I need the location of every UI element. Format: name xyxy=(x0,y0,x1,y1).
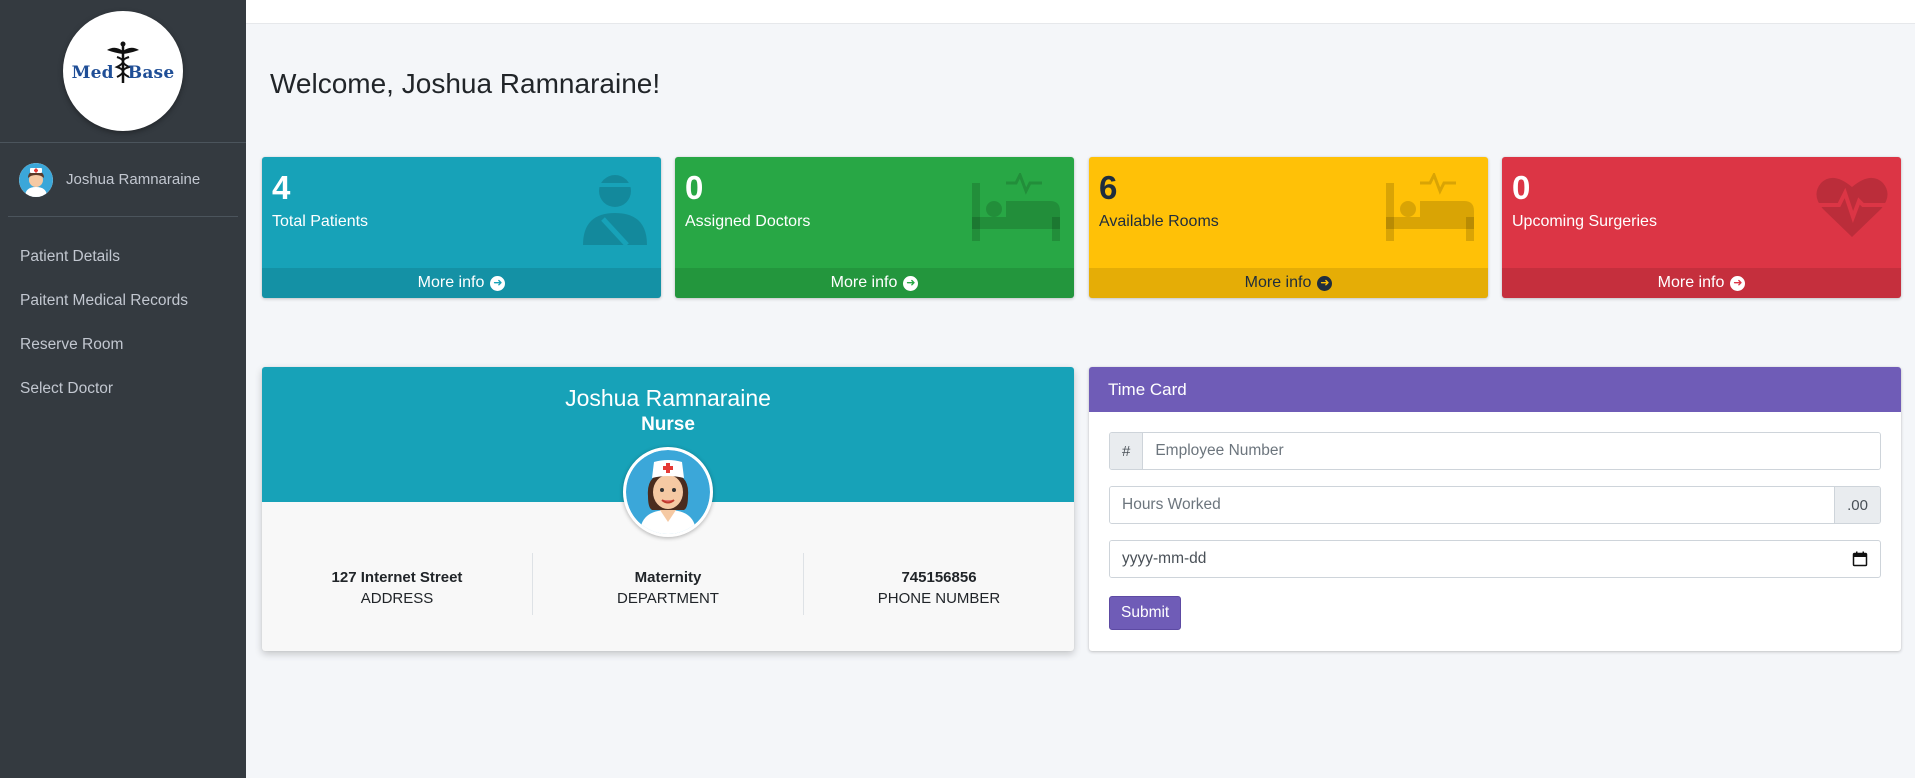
more-info-link[interactable]: More info ➜ xyxy=(675,268,1074,298)
address-label: ADDRESS xyxy=(360,590,434,607)
profile-role: Nurse xyxy=(641,414,695,435)
brand-name: Med Base xyxy=(72,63,175,83)
brand-word-2: Base xyxy=(127,63,175,83)
profile-avatar xyxy=(623,447,713,537)
arrow-circle-right-icon: ➜ xyxy=(903,275,919,291)
time-card-form: # Employee Number Hours Worked .00 yyyy-… xyxy=(1089,412,1901,650)
time-card-title: Time Card xyxy=(1089,367,1901,412)
more-info-label: More info xyxy=(1244,274,1312,291)
brand-word-1: Med xyxy=(71,63,114,83)
stat-card-assigned-doctors: 0 Assigned Doctors More info ➜ xyxy=(675,157,1074,298)
sidebar-item-patient-details[interactable]: Patient Details xyxy=(0,235,246,279)
hospital-bed-icon xyxy=(972,173,1060,241)
avatar xyxy=(19,162,53,197)
date-input[interactable]: yyyy-mm-dd xyxy=(1110,541,1852,577)
profile-stats: 127 Internet Street ADDRESS Maternity DE… xyxy=(262,553,1074,615)
sidebar-nav: Patient Details Paitent Medical Records … xyxy=(0,217,246,411)
sidebar-item-select-doctor[interactable]: Select Doctor xyxy=(0,367,246,411)
arrow-circle-right-icon: ➜ xyxy=(1317,275,1333,291)
injured-person-icon xyxy=(583,175,647,245)
phone-stat: 745156856 PHONE NUMBER xyxy=(803,553,1074,615)
nurse-avatar-icon xyxy=(626,450,710,534)
department-stat: Maternity DEPARTMENT xyxy=(532,553,803,615)
hours-worked-input[interactable]: Hours Worked xyxy=(1110,487,1835,523)
phone-value: 745156856 xyxy=(901,569,977,586)
department-value: Maternity xyxy=(634,569,702,586)
heartbeat-icon xyxy=(1816,177,1888,237)
date-group: yyyy-mm-dd xyxy=(1109,540,1881,578)
arrow-circle-right-icon: ➜ xyxy=(490,275,506,291)
medbase-logo[interactable]: Med Base xyxy=(63,11,183,131)
arrow-circle-right-icon: ➜ xyxy=(1730,275,1746,291)
hash-addon: # xyxy=(1110,433,1144,469)
user-panel[interactable]: Joshua Ramnaraine xyxy=(8,143,238,217)
nurse-avatar-icon xyxy=(19,162,53,197)
user-name: Joshua Ramnaraine xyxy=(66,171,201,188)
brand: Med Base xyxy=(0,0,246,143)
stat-card-total-patients: 4 Total Patients More info ➜ xyxy=(262,157,661,298)
page-title: Welcome, Joshua Ramnaraine! xyxy=(270,68,661,99)
profile-name: Joshua Ramnaraine xyxy=(565,385,771,411)
calendar-icon[interactable] xyxy=(1852,541,1868,577)
more-info-label: More info xyxy=(417,274,485,291)
phone-label: PHONE NUMBER xyxy=(877,590,1001,607)
more-info-label: More info xyxy=(1657,274,1725,291)
employee-number-group: # Employee Number xyxy=(1109,432,1881,470)
address-value: 127 Internet Street xyxy=(331,569,463,586)
more-info-label: More info xyxy=(830,274,898,291)
sidebar-item-medical-records[interactable]: Paitent Medical Records xyxy=(0,279,246,323)
more-info-link[interactable]: More info ➜ xyxy=(1502,268,1901,298)
time-card: Time Card # Employee Number Hours Worked… xyxy=(1089,367,1901,651)
sidebar-item-reserve-room[interactable]: Reserve Room xyxy=(0,323,246,367)
sidebar: Med Base Joshua Ramnaraine Patient Detail… xyxy=(0,0,246,778)
hospital-bed-icon xyxy=(1386,173,1474,241)
top-navbar xyxy=(246,0,1915,24)
decimal-addon: .00 xyxy=(1834,487,1880,523)
stat-card-available-rooms: 6 Available Rooms More info ➜ xyxy=(1089,157,1488,298)
department-label: DEPARTMENT xyxy=(617,590,719,607)
profile-card: Joshua Ramnaraine Nurse 127 Internet Str… xyxy=(262,367,1074,651)
more-info-link[interactable]: More info ➜ xyxy=(1089,268,1488,298)
submit-button[interactable]: Submit xyxy=(1109,596,1182,630)
hours-worked-group: Hours Worked .00 xyxy=(1109,486,1881,524)
employee-number-input[interactable]: Employee Number xyxy=(1143,433,1880,469)
more-info-link[interactable]: More info ➜ xyxy=(262,268,661,298)
stat-card-upcoming-surgeries: 0 Upcoming Surgeries More info ➜ xyxy=(1502,157,1901,298)
address-stat: 127 Internet Street ADDRESS xyxy=(262,553,532,615)
